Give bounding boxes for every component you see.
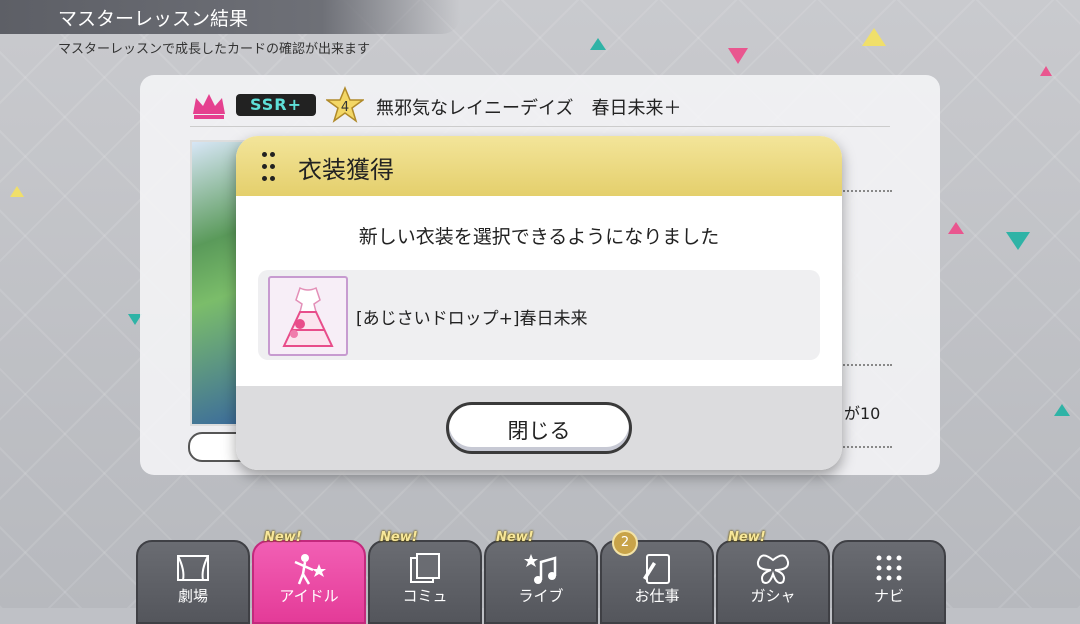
grid-icon xyxy=(876,555,902,581)
idol-icon xyxy=(294,554,326,585)
crown-icon xyxy=(193,94,225,119)
nav-live[interactable]: New! ライブ xyxy=(484,530,598,624)
dotted-divider xyxy=(836,446,892,448)
new-tag: New! xyxy=(496,530,534,545)
costume-name: [あじさいドロップ+]春日未来 xyxy=(356,309,588,329)
card-name: 無邪気なレイニーデイズ 春日未来＋ xyxy=(376,98,682,119)
nav-label: ライブ xyxy=(518,587,564,605)
notebook-icon xyxy=(643,554,670,584)
dialog-body: 新しい衣装を選択できるようになりました [あじさいドロップ+]春日未来 xyxy=(236,196,842,386)
dialog-header: 衣装獲得 xyxy=(236,136,842,196)
bottom-nav: 劇場 New! アイドル New! コミュ New! ライブ 2 お仕事 New… xyxy=(0,530,1080,624)
close-button[interactable]: 閉じる xyxy=(446,402,632,454)
costume-dialog: 衣装獲得 新しい衣装を選択できるようになりました [あじさいドロップ+]春日未来… xyxy=(236,136,842,470)
star-level-value: 4 xyxy=(341,100,349,115)
nav-work[interactable]: 2 お仕事 xyxy=(600,530,714,624)
commu-icon xyxy=(410,553,440,583)
confetti-decoration xyxy=(862,28,886,46)
confetti-decoration xyxy=(728,48,748,64)
confetti-decoration xyxy=(590,38,606,50)
page-title: マスターレッスン結果 xyxy=(58,8,249,30)
dotted-divider xyxy=(836,364,892,366)
nav-idol[interactable]: New! アイドル xyxy=(252,530,366,624)
costume-item: [あじさいドロップ+]春日未来 xyxy=(258,270,820,360)
nav-label: アイドル xyxy=(279,587,339,605)
new-tag: New! xyxy=(380,530,418,545)
nav-navi[interactable]: ナビ xyxy=(832,540,946,624)
new-tag: New! xyxy=(728,530,766,545)
new-tag: New! xyxy=(264,530,302,545)
confetti-decoration xyxy=(1054,404,1070,416)
dialog-footer: 閉じる xyxy=(236,386,842,470)
music-note-icon xyxy=(524,554,557,584)
dialog-message: 新しい衣装を選択できるようになりました xyxy=(358,226,720,248)
rarity-badge: SSR+ xyxy=(236,94,316,116)
nav-theater[interactable]: 劇場 xyxy=(136,540,250,624)
grip-icon xyxy=(262,152,276,182)
nav-label: ナビ xyxy=(873,587,904,605)
confetti-decoration xyxy=(948,222,964,234)
confetti-decoration xyxy=(10,186,24,197)
nav-label: お仕事 xyxy=(634,587,680,605)
dress-icon xyxy=(282,286,334,347)
nav-label: ガシャ xyxy=(750,587,796,605)
card-stat-text: が10 xyxy=(844,404,881,423)
dotted-divider xyxy=(836,190,892,192)
divider xyxy=(190,126,890,127)
dialog-title: 衣装獲得 xyxy=(298,156,394,184)
butterfly-icon xyxy=(756,554,790,584)
title-bar: マスターレッスン結果 xyxy=(0,0,460,34)
costume-thumbnail xyxy=(268,276,348,356)
notification-count-badge: 2 xyxy=(612,530,638,556)
nav-commu[interactable]: New! コミュ xyxy=(368,530,482,624)
nav-label: 劇場 xyxy=(177,587,208,605)
confetti-decoration xyxy=(1040,66,1052,76)
theater-icon xyxy=(177,555,209,581)
page-subtitle: マスターレッスンで成長したカードの確認が出来ます xyxy=(58,42,371,57)
nav-label: コミュ xyxy=(402,587,448,605)
confetti-decoration xyxy=(1006,232,1030,250)
star-level-icon: 4 xyxy=(326,86,364,123)
nav-gacha[interactable]: New! ガシャ xyxy=(716,530,830,624)
